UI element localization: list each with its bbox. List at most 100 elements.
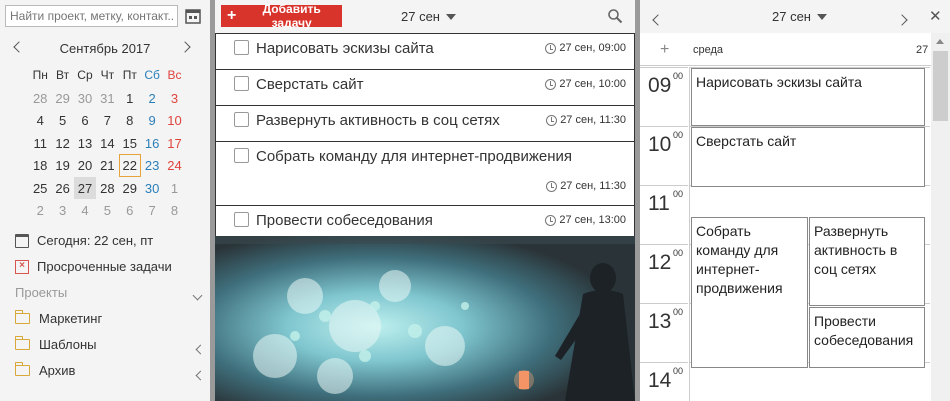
calendar-day[interactable]: 19: [51, 154, 73, 177]
folder-expand-button[interactable]: [195, 340, 206, 358]
day-number: 27: [916, 44, 929, 56]
event-block[interactable]: Собрать команду для интернет-продвижения: [691, 217, 808, 368]
calendar-day[interactable]: 7: [141, 199, 163, 222]
task-item[interactable]: Сверстать сайт 27 сен, 10:00: [215, 69, 635, 105]
calendar-day[interactable]: 12: [51, 132, 73, 155]
calendar-day[interactable]: 2: [141, 87, 163, 110]
task-date-label: 27 сен: [401, 9, 440, 24]
calendar-day[interactable]: 24: [163, 154, 185, 177]
calendar-day[interactable]: 10: [163, 109, 185, 132]
calendar-day[interactable]: 29: [119, 177, 141, 200]
calendar-day[interactable]: 16: [141, 132, 163, 155]
calendar-day[interactable]: 21: [96, 154, 118, 177]
chevron-left-icon: [652, 14, 664, 26]
add-task-button[interactable]: + Добавить задачу: [221, 2, 342, 30]
calendar-day[interactable]: 17: [163, 132, 185, 155]
day-header: + среда 27: [640, 33, 950, 66]
today-link[interactable]: Сегодня: 22 сен, пт: [15, 233, 153, 248]
clock-icon: [545, 214, 557, 226]
folder-templates[interactable]: Шаблоны: [14, 336, 97, 352]
calendar-day[interactable]: 13: [74, 132, 96, 155]
calendar-day[interactable]: 20: [74, 154, 96, 177]
day-column[interactable]: Нарисовать эскизы сайта Сверстать сайт С…: [689, 67, 930, 401]
calendar-day[interactable]: 8: [119, 109, 141, 132]
search-icon[interactable]: [607, 8, 623, 24]
event-block[interactable]: Нарисовать эскизы сайта: [691, 68, 925, 126]
event-block[interactable]: Сверстать сайт: [691, 127, 925, 187]
calendar-day[interactable]: 4: [29, 109, 51, 132]
overdue-link[interactable]: × Просроченные задачи: [15, 259, 172, 274]
calendar-day[interactable]: 18: [29, 154, 51, 177]
task-title: Собрать команду для интернет-продвижения: [256, 148, 572, 165]
calendar-week: 4 5 6 7 8 9 10: [29, 109, 186, 132]
folder-marketing[interactable]: Маркетинг: [14, 310, 102, 326]
calendar-day[interactable]: 31: [96, 87, 118, 110]
calendar-day[interactable]: 25: [29, 177, 51, 200]
calendar-day[interactable]: 2: [29, 199, 51, 222]
task-time-text: 27 сен, 10:00: [559, 78, 626, 90]
calendar-day[interactable]: 27: [73, 176, 97, 199]
calendar-day[interactable]: 28: [29, 87, 51, 110]
task-checkbox[interactable]: [234, 148, 249, 163]
folder-icon: [14, 336, 30, 350]
artwork-illustration: [215, 236, 635, 401]
task-checkbox[interactable]: [234, 40, 249, 55]
calendar-day[interactable]: 3: [51, 199, 73, 222]
day-view: 27 сен ✕ + среда 27 09 00 10 00 11 00 12 00 …: [640, 0, 950, 401]
calendar-icon: [15, 233, 29, 248]
task-checkbox[interactable]: [234, 76, 249, 91]
folder-expand-button[interactable]: [195, 366, 206, 384]
hour-text: 10: [648, 133, 672, 156]
calendar-day[interactable]: 28: [96, 177, 118, 200]
calendar-day[interactable]: 26: [51, 177, 73, 200]
search-input[interactable]: [5, 5, 178, 27]
hour-text: 13: [648, 310, 672, 333]
prev-day-button[interactable]: [652, 11, 664, 29]
task-checkbox[interactable]: [234, 112, 249, 127]
calendar-day[interactable]: 11: [29, 132, 51, 155]
calendar-week: 11 12 13 14 15 16 17: [29, 132, 186, 155]
calendar-day[interactable]: 9: [141, 109, 163, 132]
calendar-day[interactable]: 4: [74, 199, 96, 222]
task-item[interactable]: Нарисовать эскизы сайта 27 сен, 09:00: [215, 33, 635, 69]
calendar-day[interactable]: 30: [74, 87, 96, 110]
calendar-day[interactable]: 14: [96, 132, 118, 155]
calendar-day[interactable]: 30: [141, 177, 163, 200]
task-title: Развернуть активность в соц сетях: [256, 112, 500, 129]
calendar-day[interactable]: 6: [119, 199, 141, 222]
projects-collapse-button[interactable]: [192, 286, 203, 304]
calendar-view-icon[interactable]: [183, 6, 203, 26]
close-icon[interactable]: ✕: [929, 7, 942, 25]
scrollbar-thumb[interactable]: [933, 51, 948, 121]
calendar-day[interactable]: 23: [141, 154, 163, 177]
calendar-day[interactable]: 15: [119, 132, 141, 155]
calendar-day[interactable]: 7: [96, 109, 118, 132]
calendar-day[interactable]: 6: [74, 109, 96, 132]
event-block[interactable]: Развернуть активность в соц сетях: [809, 217, 925, 306]
task-date-dropdown[interactable]: 27 сен: [401, 9, 456, 24]
calendar-day[interactable]: 8: [163, 199, 185, 222]
event-block[interactable]: Провести собеседования: [809, 307, 925, 368]
minute-text: 00: [673, 366, 684, 376]
folder-archive[interactable]: Архив: [14, 362, 75, 378]
calendar-day[interactable]: 3: [163, 87, 185, 110]
task-item[interactable]: Развернуть активность в соц сетях 27 сен…: [215, 105, 635, 141]
day-date-dropdown[interactable]: 27 сен: [772, 9, 827, 24]
next-month-button[interactable]: [179, 39, 191, 54]
add-event-button[interactable]: +: [660, 41, 669, 59]
calendar-day[interactable]: 22: [118, 154, 141, 177]
calendar-day[interactable]: 1: [119, 87, 141, 110]
vertical-scrollbar[interactable]: [931, 33, 950, 401]
calendar-day[interactable]: 5: [96, 199, 118, 222]
calendar-day[interactable]: 29: [51, 87, 73, 110]
calendar-day[interactable]: 1: [163, 177, 185, 200]
next-day-button[interactable]: [896, 11, 908, 29]
calendar-day[interactable]: 5: [51, 109, 73, 132]
task-checkbox[interactable]: [234, 212, 249, 227]
folder-label: Шаблоны: [39, 337, 97, 352]
task-item[interactable]: Собрать команду для интернет-продвижения…: [215, 141, 635, 205]
overdue-icon: ×: [15, 259, 29, 274]
clock-icon: [545, 42, 557, 54]
scroll-up-icon[interactable]: [936, 39, 944, 44]
weekday-label: Пт: [122, 68, 137, 82]
